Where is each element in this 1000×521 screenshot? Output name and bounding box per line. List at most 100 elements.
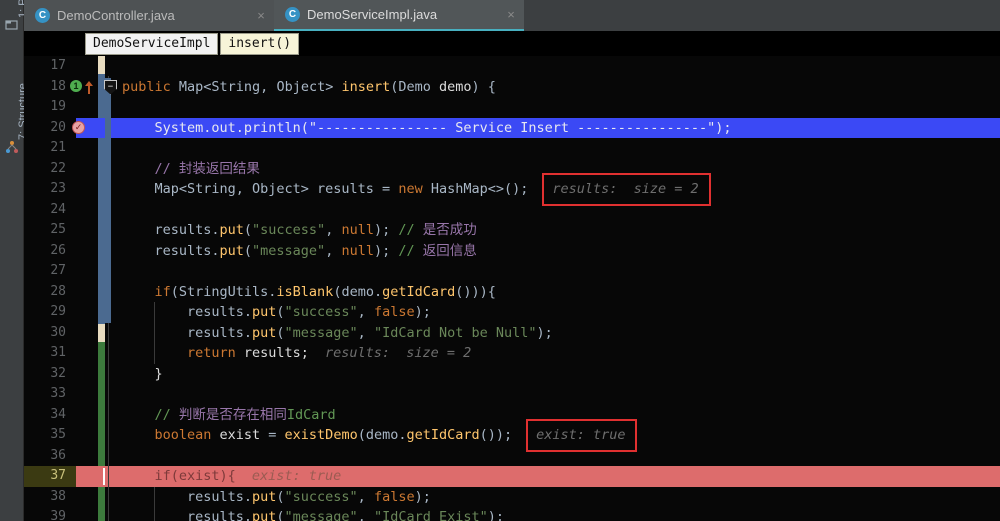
breadcrumb-method[interactable]: insert() — [220, 32, 300, 55]
code-line[interactable]: 22 // 封装返回结果 — [24, 159, 1000, 180]
code-token: // — [398, 222, 423, 238]
code-line[interactable]: 34 // 判断是否存在相同IdCard — [24, 405, 1000, 426]
code-fold-region-bar[interactable] — [105, 78, 111, 323]
code-token: results; — [243, 345, 309, 361]
breadcrumb: DemoServiceImpl insert() — [24, 31, 1000, 56]
code-token: ); — [414, 488, 431, 505]
code-token: (demo. — [357, 427, 407, 443]
line-number: 19 — [50, 99, 66, 114]
code-line[interactable]: 37 if(exist){ — [24, 466, 1000, 487]
line-number: 27 — [50, 263, 66, 278]
line-number: 18 — [50, 78, 66, 94]
code-token: put — [251, 304, 277, 320]
code-line[interactable]: 23 Map<String, Object> results = new Hash… — [24, 179, 1000, 200]
line-number: 26 — [50, 242, 66, 258]
code-token: put — [219, 222, 244, 238]
code-text: boolean exist = existDemo(demo.getIdCard… — [154, 425, 512, 446]
override-arrow-icon[interactable] — [84, 80, 98, 94]
code-token: } — [154, 365, 163, 382]
code-token: if — [154, 468, 171, 484]
code-line[interactable]: 32} — [24, 364, 1000, 385]
indent-guide — [154, 486, 156, 507]
code-token: 返回信息 — [422, 242, 477, 259]
code-line[interactable]: 25 results.put("success", null); // 是否成功 — [24, 220, 1000, 241]
line-number: 38 — [50, 488, 66, 504]
code-line[interactable]: 33 — [24, 384, 1000, 405]
code-token: // — [154, 406, 179, 423]
indent-guide — [154, 507, 156, 521]
code-line[interactable]: 35 boolean exist = existDemo(demo.getIdCa… — [24, 425, 1000, 446]
code-line[interactable]: 38 results.put("success", false); — [24, 487, 1000, 508]
code-line[interactable]: 27 — [24, 261, 1000, 282]
code-token: 是否成功 — [422, 222, 477, 238]
code-text: } — [154, 364, 162, 385]
caret — [103, 468, 105, 485]
code-line[interactable]: 17 — [24, 56, 1000, 77]
code-token: // 封装返回结果 — [154, 160, 260, 177]
code-line[interactable]: 30 results.put("message", "IdCard Not be … — [24, 323, 1000, 344]
code-text: // 判断是否存在相同IdCard — [154, 405, 335, 426]
code-line[interactable]: 28 if(StringUtils.isBlank(demo.getIdCard(… — [24, 282, 1000, 303]
code-token: results. — [154, 242, 220, 259]
code-line[interactable]: 18 public Map<String, Object> insert(Demo… — [24, 77, 1000, 98]
code-line[interactable]: 36 — [24, 446, 1000, 467]
code-text: System.out.println("---------------- Ser… — [154, 118, 731, 139]
inline-debug-value: results: size = 2 — [325, 345, 472, 361]
line-number: 32 — [50, 365, 66, 381]
code-token: HashMap<>(); — [430, 181, 529, 197]
code-token: ); — [373, 222, 399, 238]
run-method-icon[interactable]: 1 — [70, 79, 84, 94]
line-number: 36 — [50, 447, 66, 463]
code-token: false — [373, 304, 415, 320]
code-token: results. — [186, 304, 252, 320]
code-line[interactable]: 39 results.put("message", "IdCard Exist")… — [24, 507, 1000, 521]
line-number: 37 — [50, 468, 66, 483]
code-token: put — [251, 509, 277, 521]
code-text: results.put("success", null); // 是否成功 — [154, 220, 476, 241]
code-token: // — [398, 242, 423, 259]
line-number: 28 — [50, 283, 66, 299]
java-class-icon: C — [35, 8, 50, 23]
editor-tab-bar: C DemoController.java × C DemoServiceImp… — [24, 0, 1000, 31]
code-token: ())){ — [455, 283, 496, 300]
fold-collapse-icon[interactable]: − — [104, 79, 118, 95]
line-number: 31 — [50, 345, 66, 360]
code-editor[interactable]: 17 18 public Map<String, Object> insert(De… — [24, 56, 1000, 521]
code-token: ); — [414, 304, 431, 320]
code-token: "IdCard Not be Null" — [373, 324, 537, 341]
inline-debug-value: results: size = 2 — [552, 181, 699, 197]
code-line[interactable]: 19 — [24, 97, 1000, 118]
code-line[interactable]: 20 System.out.println("---------------- S… — [24, 118, 1000, 139]
ide-window: 1: Project 7: Structure C DemoController… — [0, 0, 1000, 521]
tab-demo-controller[interactable]: C DemoController.java × — [24, 0, 274, 31]
code-token: = — [268, 427, 285, 443]
line-number: 22 — [50, 160, 66, 176]
code-token: ()); — [479, 427, 513, 443]
code-token: "message" — [252, 242, 326, 259]
code-token: null — [341, 242, 374, 259]
indent-guide — [154, 322, 156, 343]
code-line[interactable]: 29 results.put("success", false); — [24, 302, 1000, 323]
sidebar-item-structure[interactable]: 7: Structure — [0, 83, 29, 232]
code-text: public Map<String, Object> insert(Demo d… — [122, 77, 496, 98]
code-token: "message" — [284, 509, 358, 521]
line-number: 35 — [50, 427, 66, 442]
code-line[interactable]: 24 — [24, 200, 1000, 221]
tab-demo-service-impl-label: DemoServiceImpl.java — [307, 7, 438, 22]
code-token: false — [373, 488, 415, 505]
code-token: boolean — [154, 427, 220, 443]
code-token: ( — [243, 222, 253, 238]
code-token: return — [186, 345, 244, 361]
java-class-icon: C — [285, 7, 300, 22]
close-icon[interactable]: × — [504, 7, 518, 22]
code-line[interactable]: 31 return results; — [24, 343, 1000, 364]
code-line[interactable]: 21 — [24, 138, 1000, 159]
tab-demo-service-impl[interactable]: C DemoServiceImpl.java × — [274, 0, 524, 31]
line-number: 39 — [50, 509, 66, 521]
breadcrumb-class[interactable]: DemoServiceImpl — [85, 32, 219, 55]
code-token: (StringUtils. — [170, 283, 277, 300]
code-line[interactable]: 26 results.put("message", null); // 返回信息 — [24, 241, 1000, 262]
code-token: ( — [276, 304, 285, 320]
breakpoint-verified-icon[interactable]: ✓ — [72, 120, 86, 135]
close-icon[interactable]: × — [254, 8, 268, 23]
